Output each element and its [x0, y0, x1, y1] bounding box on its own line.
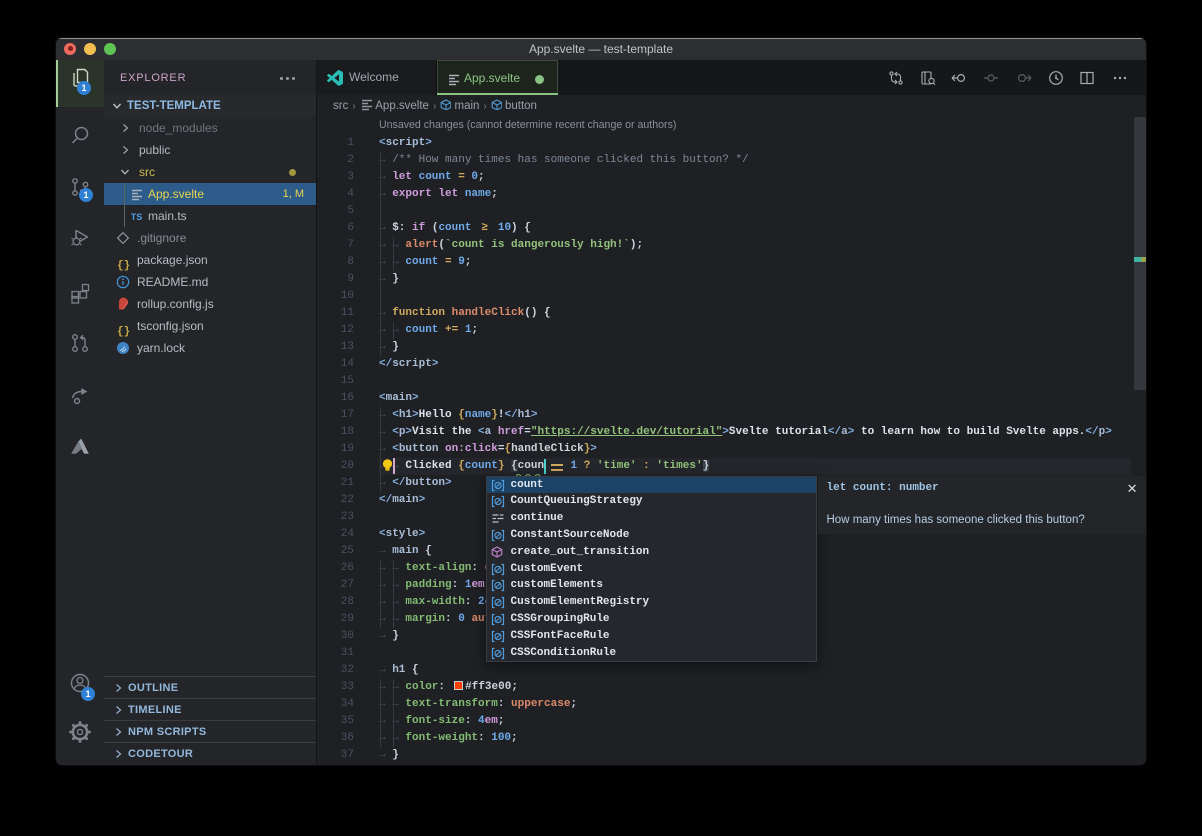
svg-text:TS: TS: [131, 212, 143, 222]
